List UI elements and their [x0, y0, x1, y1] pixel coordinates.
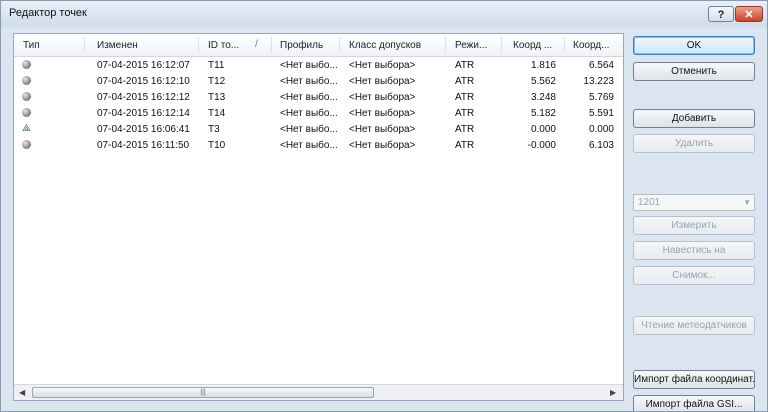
help-button[interactable]: ?: [708, 6, 734, 22]
column-header-id[interactable]: ID то...: [208, 40, 239, 51]
cell-mode: ATR: [455, 108, 475, 119]
scroll-thumb[interactable]: |||: [32, 387, 374, 398]
cell-coord2: 6.103: [588, 140, 614, 151]
cell-coord1: 5.562: [530, 76, 556, 87]
column-divider[interactable]: [84, 37, 85, 53]
read-meteo-button[interactable]: Чтение метеодатчиков: [633, 316, 755, 335]
column-header-coord2[interactable]: Коорд...: [573, 40, 609, 51]
sort-indicator: /: [255, 39, 258, 50]
cell-mode: ATR: [455, 76, 475, 87]
gray-sphere-icon: [22, 92, 31, 101]
table-row[interactable]: 07-04-2015 16:11:50 T10 <Нет выбо... <Нет в…: [14, 138, 623, 154]
column-header-changed[interactable]: Изменен: [97, 40, 138, 51]
cell-profile: <Нет выбо...: [280, 124, 338, 135]
title-bar: Редактор точек ? ✕: [1, 1, 767, 27]
table-row[interactable]: ⟁ 07-04-2015 16:06:41 T3 <Нет выбо... <Нет в…: [14, 122, 623, 138]
cell-mode: ATR: [455, 92, 475, 103]
cell-profile: <Нет выбо...: [280, 76, 338, 87]
column-header-tolerance[interactable]: Класс допусков: [349, 40, 421, 51]
cell-tolerance: <Нет выбора>: [349, 92, 416, 103]
cell-coord1: 0.000: [530, 124, 556, 135]
column-divider[interactable]: [198, 37, 199, 53]
instrument-select[interactable]: 1201 ▼: [633, 194, 755, 211]
column-divider[interactable]: [339, 37, 340, 53]
cell-changed: 07-04-2015 16:12:14: [97, 108, 190, 119]
scroll-right-icon[interactable]: ▶: [610, 388, 616, 397]
aim-button[interactable]: Навестись на: [633, 241, 755, 260]
snapshot-button[interactable]: Снимок...: [633, 266, 755, 285]
cell-id: T11: [208, 60, 225, 71]
gray-sphere-icon: [22, 140, 31, 149]
horizontal-scrollbar[interactable]: ◀ ||| ▶: [14, 384, 623, 400]
gray-sphere-icon: [22, 76, 31, 85]
cell-profile: <Нет выбо...: [280, 140, 338, 151]
gray-sphere-icon: [22, 108, 31, 117]
cell-id: T12: [208, 76, 226, 87]
add-button[interactable]: Добавить: [633, 109, 755, 128]
delete-button[interactable]: Удалить: [633, 134, 755, 153]
cell-tolerance: <Нет выбора>: [349, 60, 416, 71]
column-header-type[interactable]: Тип: [23, 40, 40, 51]
ok-button[interactable]: OK: [633, 36, 755, 55]
cell-coord1: 3.248: [530, 92, 556, 103]
cell-coord1: -0.000: [527, 140, 556, 151]
cell-coord2: 13.223: [583, 76, 614, 87]
cell-coord1: 1.816: [530, 60, 556, 71]
cell-id: T10: [208, 140, 226, 151]
column-divider[interactable]: [445, 37, 446, 53]
cell-id: T3: [208, 124, 220, 135]
cell-coord2: 0.000: [588, 124, 614, 135]
table-row[interactable]: 07-04-2015 16:12:12 T13 <Нет выбо... <Нет в…: [14, 90, 623, 106]
scroll-left-icon[interactable]: ◀: [19, 388, 25, 397]
column-header-mode[interactable]: Режи...: [455, 40, 487, 51]
cell-mode: ATR: [455, 140, 475, 151]
cell-coord2: 6.564: [588, 60, 614, 71]
column-header-profile[interactable]: Профиль: [280, 40, 323, 51]
points-table: Тип Изменен ID то... / Профиль Класс доп…: [13, 33, 624, 401]
window-title: Редактор точек: [9, 7, 87, 19]
cell-changed: 07-04-2015 16:11:50: [97, 140, 190, 151]
import-gsi-button[interactable]: Импорт файла GSI...: [633, 395, 755, 411]
cell-id: T13: [208, 92, 226, 103]
gray-sphere-icon: [22, 60, 31, 69]
measure-button[interactable]: Измерить: [633, 216, 755, 235]
instrument-select-value: 1201: [638, 197, 661, 208]
column-divider[interactable]: [564, 37, 565, 53]
cell-tolerance: <Нет выбора>: [349, 108, 416, 119]
instrument-tripod-icon: ⟁: [22, 123, 31, 134]
table-row[interactable]: 07-04-2015 16:12:14 T14 <Нет выбо... <Нет в…: [14, 106, 623, 122]
column-divider[interactable]: [501, 37, 502, 53]
cell-changed: 07-04-2015 16:12:07: [97, 60, 190, 71]
cell-mode: ATR: [455, 124, 475, 135]
point-editor-window: Редактор точек ? ✕ Тип Изменен ID то... …: [0, 0, 768, 412]
cell-coord1: 5.182: [530, 108, 556, 119]
column-header-coord1[interactable]: Коорд ...: [513, 40, 552, 51]
chevron-down-icon[interactable]: ▼: [743, 198, 751, 207]
cell-changed: 07-04-2015 16:12:10: [97, 76, 190, 87]
import-coordinates-button[interactable]: Импорт файла координат...: [633, 370, 755, 389]
cell-tolerance: <Нет выбора>: [349, 140, 416, 151]
cell-tolerance: <Нет выбора>: [349, 124, 416, 135]
cell-profile: <Нет выбо...: [280, 92, 338, 103]
cell-id: T14: [208, 108, 226, 119]
cell-coord2: 5.769: [588, 92, 614, 103]
cell-coord2: 5.591: [588, 108, 614, 119]
table-row[interactable]: 07-04-2015 16:12:10 T12 <Нет выбо... <Нет в…: [14, 74, 623, 90]
cell-profile: <Нет выбо...: [280, 108, 338, 119]
cell-profile: <Нет выбо...: [280, 60, 338, 71]
table-header: Тип Изменен ID то... / Профиль Класс доп…: [14, 34, 623, 57]
column-divider[interactable]: [271, 37, 272, 53]
cell-tolerance: <Нет выбора>: [349, 76, 416, 87]
cancel-button[interactable]: Отменить: [633, 62, 755, 81]
cell-mode: ATR: [455, 60, 475, 71]
cell-changed: 07-04-2015 16:12:12: [97, 92, 190, 103]
table-row[interactable]: 07-04-2015 16:12:07 T11 <Нет выбо... <Нет в…: [14, 58, 623, 74]
close-button[interactable]: ✕: [735, 6, 763, 22]
cell-changed: 07-04-2015 16:06:41: [97, 124, 190, 135]
